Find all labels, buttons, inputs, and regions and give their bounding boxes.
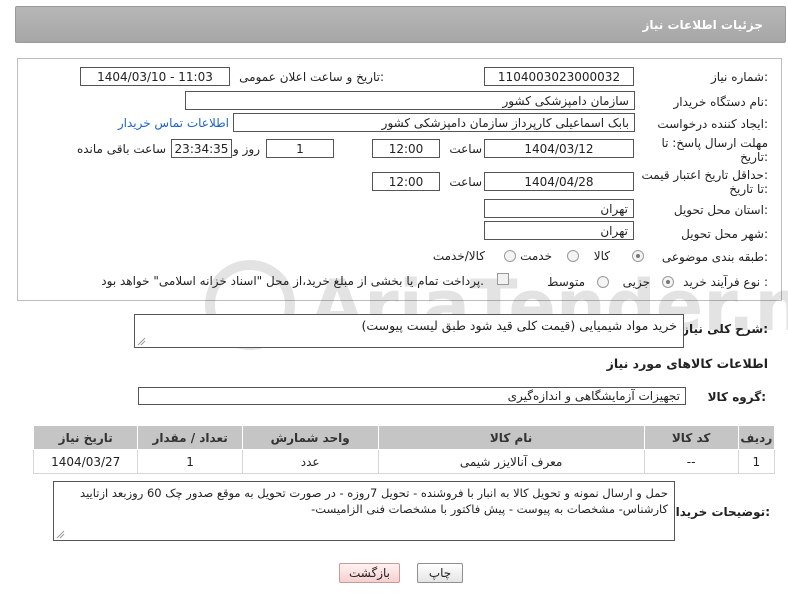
back-button[interactable]: بازگشت bbox=[339, 563, 400, 583]
process-radio-minor[interactable] bbox=[662, 276, 674, 288]
price-validity-time-label: ساعت bbox=[449, 175, 482, 189]
buyer-org-label: نام دستگاه خریدار: bbox=[673, 95, 769, 109]
need-number-label: شماره نیاز: bbox=[710, 70, 768, 84]
reply-deadline-date-field: 1404/03/12 bbox=[484, 139, 634, 158]
general-description-field: خرید مواد شیمیایی (قیمت کلی قید شود طبق … bbox=[134, 314, 684, 348]
reply-time-label: ساعت bbox=[449, 142, 482, 156]
page-title: جزئیات اطلاعات نیاز bbox=[642, 18, 763, 32]
buyer-notes-field: حمل و ارسال نمونه و تحویل کالا به انبار … bbox=[53, 481, 675, 541]
buyer-notes-label: توضیحات خریدار: bbox=[668, 505, 770, 519]
price-validity-label-date: تا تاریخ: bbox=[729, 182, 768, 196]
cell-name: معرف آنالایزر شیمی bbox=[377, 449, 645, 474]
col-qty: تعداد / مقدار bbox=[137, 425, 243, 450]
category-radio-goods-service[interactable] bbox=[504, 250, 516, 262]
requester-label: ایجاد کننده درخواست: bbox=[657, 117, 768, 131]
reply-deadline-label: مهلت ارسال پاسخ: تا bbox=[661, 136, 768, 150]
table-row: 1 -- معرف آنالایزر شیمی عدد 1 1404/03/27 bbox=[32, 449, 776, 474]
goods-group-label: گروه کالا: bbox=[707, 390, 766, 404]
cell-qty: 1 bbox=[137, 449, 243, 474]
cell-row: 1 bbox=[737, 449, 776, 474]
notes-resize-handle-icon[interactable] bbox=[55, 529, 65, 539]
goods-table: ردیف کد کالا نام کالا واحد شمارش تعداد /… bbox=[32, 425, 776, 474]
resize-handle-icon[interactable] bbox=[136, 336, 146, 346]
cell-code: -- bbox=[643, 449, 739, 474]
col-date: تاریخ نیاز bbox=[32, 425, 139, 450]
col-name: نام کالا bbox=[377, 425, 645, 450]
cell-date: 1404/03/27 bbox=[32, 449, 139, 474]
col-code: کد کالا bbox=[643, 425, 739, 450]
delivery-province-label: استان محل تحویل: bbox=[673, 203, 768, 217]
category-option-goods: کالا bbox=[593, 249, 610, 263]
delivery-city-field: تهران bbox=[484, 221, 634, 240]
general-description-label: شرح کلی نیاز: bbox=[682, 322, 768, 336]
remaining-time-label: ساعت باقی مانده bbox=[76, 142, 166, 156]
delivery-city-label: شهر محل تحویل: bbox=[681, 227, 768, 241]
reply-days-field: 1 bbox=[266, 139, 334, 158]
announce-datetime-field: 1404/03/10 - 11:03 bbox=[80, 67, 230, 86]
remaining-time-field: 23:34:35 bbox=[171, 139, 232, 158]
need-number-field: 1104003023000032 bbox=[484, 67, 634, 86]
requester-field: بابک اسماعیلی کارپرداز سازمان دامپزشکی ک… bbox=[233, 113, 635, 132]
delivery-province-field: تهران bbox=[484, 199, 634, 218]
treasury-checkbox[interactable] bbox=[497, 273, 509, 285]
buyer-contact-link[interactable]: اطلاعات تماس خریدار bbox=[118, 116, 229, 130]
category-option-goods-service: کالا/خدمت bbox=[432, 249, 485, 263]
category-option-service: خدمت bbox=[520, 249, 552, 263]
goods-group-field: تجهیزات آزمایشگاهی و اندازه‌گیری bbox=[138, 387, 686, 405]
print-button[interactable]: چاپ bbox=[417, 563, 463, 583]
buyer-org-field: سازمان دامپزشکی کشور bbox=[185, 91, 635, 110]
category-radio-goods[interactable] bbox=[632, 250, 644, 262]
process-radio-medium[interactable] bbox=[597, 276, 609, 288]
treasury-note: پرداخت تمام یا بخشی از مبلغ خرید،از محل … bbox=[101, 274, 484, 288]
reply-deadline-label-date: تاریخ: bbox=[740, 150, 768, 164]
goods-info-title: اطلاعات کالاهای مورد نیاز bbox=[606, 356, 768, 371]
page-header: جزئیات اطلاعات نیاز bbox=[15, 6, 786, 43]
purchase-process-label: نوع فرآیند خرید : bbox=[683, 275, 768, 289]
reply-time-field: 12:00 bbox=[372, 139, 440, 158]
price-validity-time-field: 12:00 bbox=[372, 172, 440, 191]
announce-datetime-label: تاریخ و ساعت اعلان عمومی: bbox=[239, 70, 384, 84]
col-unit: واحد شمارش bbox=[241, 425, 379, 450]
process-option-medium: متوسط bbox=[547, 275, 585, 289]
process-option-minor: جزیی bbox=[622, 275, 650, 289]
category-radio-service[interactable] bbox=[567, 250, 579, 262]
price-validity-label: حداقل تاریخ اعتبار قیمت: bbox=[641, 168, 768, 182]
cell-unit: عدد bbox=[241, 449, 379, 474]
category-label: طبقه بندی موضوعی: bbox=[661, 250, 768, 264]
col-row: ردیف bbox=[737, 425, 776, 450]
price-validity-date-field: 1404/04/28 bbox=[484, 172, 634, 191]
reply-days-label: روز و bbox=[233, 142, 260, 156]
goods-table-header: ردیف کد کالا نام کالا واحد شمارش تعداد /… bbox=[32, 425, 776, 450]
